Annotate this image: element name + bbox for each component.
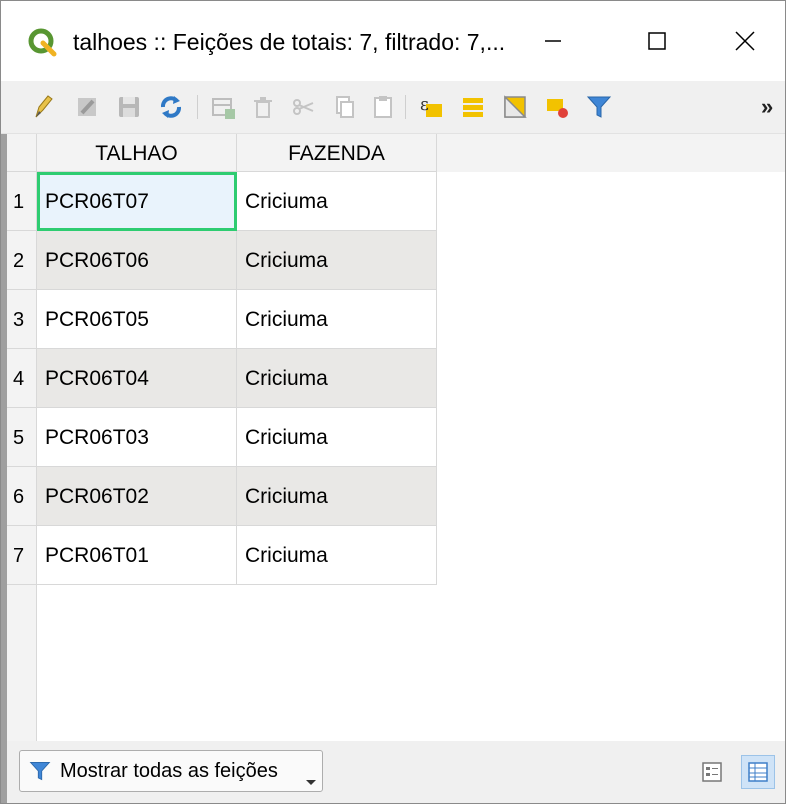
table-row[interactable]: 3 PCR06T05 Criciuma	[7, 290, 437, 349]
pencil-icon[interactable]	[27, 91, 59, 123]
corner-button[interactable]	[7, 134, 37, 172]
cell-talhao[interactable]: PCR06T07	[37, 172, 237, 231]
filter-icon	[29, 762, 51, 781]
show-all-features-label: Mostrar todas as feições	[60, 759, 278, 782]
cell-fazenda[interactable]: Criciuma	[237, 467, 437, 526]
row-number[interactable]: 7	[7, 526, 37, 585]
bottom-bar: Mostrar todas as feições	[1, 741, 785, 803]
column-header-talhao[interactable]: TALHAO	[37, 134, 237, 172]
row-number[interactable]: 3	[7, 290, 37, 349]
minimize-icon	[545, 40, 561, 42]
expression-select-icon[interactable]: ε	[415, 91, 447, 123]
close-button[interactable]	[715, 15, 775, 67]
cell-talhao[interactable]: PCR06T01	[37, 526, 237, 585]
table-header: TALHAO FAZENDA	[7, 134, 785, 172]
row-number[interactable]: 4	[7, 349, 37, 408]
cell-talhao[interactable]: PCR06T02	[37, 467, 237, 526]
row-number[interactable]: 6	[7, 467, 37, 526]
table-row[interactable]: 4 PCR06T04 Criciuma	[7, 349, 437, 408]
add-feature-icon[interactable]	[207, 91, 239, 123]
reload-icon[interactable]	[155, 91, 187, 123]
attribute-table: TALHAO FAZENDA 1 PCR06T07 Criciuma 2 PCR…	[1, 134, 785, 741]
svg-text:ε: ε	[420, 95, 429, 115]
form-view-icon	[702, 762, 722, 782]
invert-selection-icon[interactable]	[499, 91, 531, 123]
save-icon[interactable]	[113, 91, 145, 123]
cell-fazenda[interactable]: Criciuma	[237, 172, 437, 231]
multi-edit-icon[interactable]	[71, 91, 103, 123]
paste-icon[interactable]	[367, 91, 399, 123]
row-number[interactable]: 1	[7, 172, 37, 231]
table-row[interactable]: 6 PCR06T02 Criciuma	[7, 467, 437, 526]
select-all-icon[interactable]	[457, 91, 489, 123]
cell-fazenda[interactable]: Criciuma	[237, 231, 437, 290]
column-header-fazenda[interactable]: FAZENDA	[237, 134, 437, 172]
copy-icon[interactable]	[327, 91, 359, 123]
attribute-table-window: talhoes :: Feições de totais: 7, filtrad…	[0, 0, 786, 804]
table-view-icon	[748, 762, 768, 782]
show-all-features-button[interactable]: Mostrar todas as feições	[19, 750, 323, 792]
title-bar: talhoes :: Feições de totais: 7, filtrad…	[1, 1, 785, 81]
cell-fazenda[interactable]: Criciuma	[237, 526, 437, 585]
cell-talhao[interactable]: PCR06T03	[37, 408, 237, 467]
table-row[interactable]: 2 PCR06T06 Criciuma	[7, 231, 437, 290]
filter-icon[interactable]	[583, 91, 615, 123]
row-number[interactable]: 2	[7, 231, 37, 290]
cell-talhao[interactable]: PCR06T06	[37, 231, 237, 290]
table-view-button[interactable]	[741, 755, 775, 789]
cell-fazenda[interactable]: Criciuma	[237, 290, 437, 349]
delete-feature-icon[interactable]	[247, 91, 279, 123]
form-view-button[interactable]	[695, 755, 729, 789]
table-row[interactable]: 1 PCR06T07 Criciuma	[7, 172, 437, 231]
minimize-button[interactable]	[523, 15, 583, 67]
close-icon	[735, 31, 755, 51]
attribute-table-toolbar: ε »	[1, 81, 785, 134]
toolbar-separator	[405, 95, 406, 119]
qgis-logo-icon	[27, 27, 57, 57]
cell-fazenda[interactable]: Criciuma	[237, 349, 437, 408]
toolbar-overflow-button[interactable]: »	[761, 93, 773, 121]
table-row[interactable]: 7 PCR06T01 Criciuma	[7, 526, 437, 585]
toolbar-separator	[197, 95, 198, 119]
row-number[interactable]: 5	[7, 408, 37, 467]
cut-icon[interactable]	[287, 91, 319, 123]
maximize-button[interactable]	[627, 15, 687, 67]
cell-talhao[interactable]: PCR06T05	[37, 290, 237, 349]
table-row[interactable]: 5 PCR06T03 Criciuma	[7, 408, 437, 467]
chevron-down-icon	[306, 780, 316, 785]
deselect-icon[interactable]	[541, 91, 573, 123]
window-title: talhoes :: Feições de totais: 7, filtrad…	[73, 29, 506, 55]
cell-talhao[interactable]: PCR06T04	[37, 349, 237, 408]
maximize-icon	[648, 32, 666, 50]
cell-fazenda[interactable]: Criciuma	[237, 408, 437, 467]
